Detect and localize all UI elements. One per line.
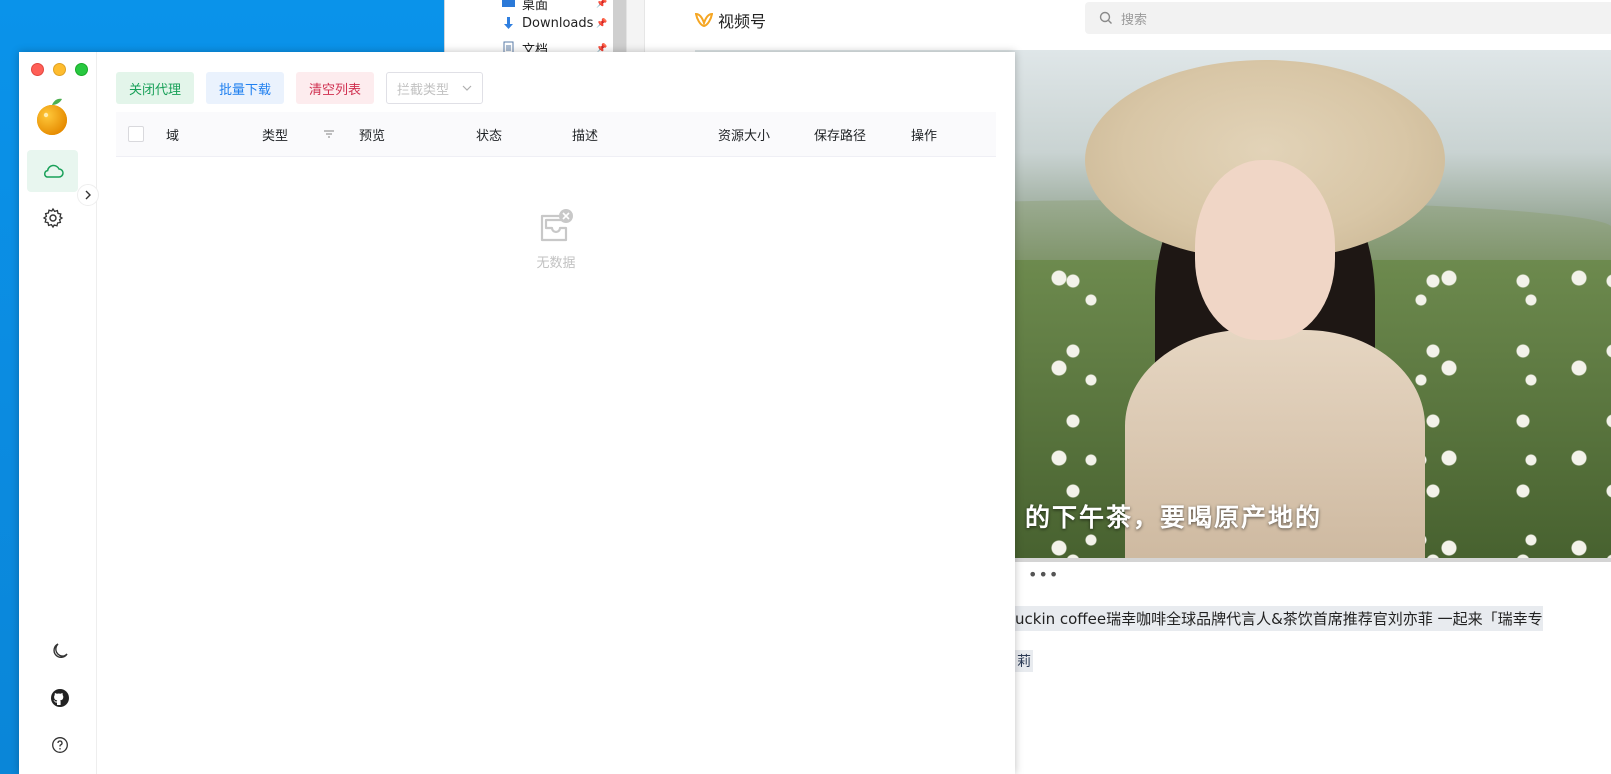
pin-icon: 📌 xyxy=(596,18,608,29)
intercept-type-placeholder: 拦截类型 xyxy=(397,82,450,98)
video-subtitle: 的下午茶，要喝原产地的 xyxy=(1025,503,1323,532)
download-arrow-icon xyxy=(504,17,513,29)
video-tag[interactable]: 莉 xyxy=(1015,650,1033,672)
github-icon xyxy=(51,689,69,707)
desktop-icon xyxy=(502,0,515,7)
column-save-path: 保存路径 xyxy=(814,128,867,144)
explorer-scrollbar[interactable] xyxy=(613,0,627,60)
column-description: 描述 xyxy=(572,128,599,144)
orange-logo-icon xyxy=(37,98,67,135)
sidebar xyxy=(19,52,99,774)
channels-butterfly-icon xyxy=(695,12,713,28)
select-all-checkbox-cell[interactable] xyxy=(128,112,144,156)
resource-sniffer-window: 关闭代理 批量下载 清空列表 拦截类型 域 类型 预览 状态 描述 资源大小 保… xyxy=(19,52,1015,774)
column-domain: 域 xyxy=(166,128,180,144)
video-description: uckin coffee瑞幸咖啡全球品牌代言人&茶饮首席推荐官刘亦菲 一起来「瑞… xyxy=(1015,606,1543,631)
select-all-checkbox[interactable] xyxy=(128,126,144,142)
column-type: 类型 xyxy=(262,128,289,144)
theme-toggle-button[interactable] xyxy=(49,640,71,662)
batch-download-button[interactable]: 批量下载 xyxy=(206,72,285,104)
empty-text: 无数据 xyxy=(536,256,576,271)
channels-search-box[interactable]: 搜索 xyxy=(1085,2,1611,34)
column-preview: 预览 xyxy=(359,128,386,144)
search-placeholder: 搜索 xyxy=(1121,12,1148,28)
more-options-button[interactable]: ••• xyxy=(1028,565,1059,584)
nav-settings[interactable] xyxy=(27,197,78,239)
chevron-down-icon xyxy=(462,85,472,91)
empty-inbox-icon xyxy=(540,209,573,242)
search-icon xyxy=(1099,11,1112,24)
intercept-type-select[interactable]: 拦截类型 xyxy=(386,72,484,104)
toolbar: 关闭代理 批量下载 清空列表 拦截类型 xyxy=(116,72,484,104)
explorer-divider xyxy=(626,0,645,60)
video-person-face xyxy=(1195,160,1335,340)
close-proxy-button[interactable]: 关闭代理 xyxy=(116,72,195,104)
sidebar-collapse-button[interactable] xyxy=(77,184,99,206)
clear-list-button[interactable]: 清空列表 xyxy=(296,72,375,104)
column-status: 状态 xyxy=(476,128,503,144)
nav-resources[interactable] xyxy=(27,150,78,192)
help-button[interactable] xyxy=(49,734,71,756)
cloud-icon xyxy=(43,164,64,178)
channels-title: 视频号 xyxy=(718,12,767,31)
column-size: 资源大小 xyxy=(718,128,771,144)
resource-table: 域 类型 预览 状态 描述 资源大小 保存路径 操作 无数据 xyxy=(116,112,996,271)
chevron-right-icon xyxy=(85,190,91,200)
filter-icon[interactable] xyxy=(323,129,335,139)
explorer-item-desktop[interactable]: 桌面 📌 xyxy=(501,0,607,13)
question-icon xyxy=(52,737,68,753)
github-link[interactable] xyxy=(49,687,71,709)
column-actions: 操作 xyxy=(911,128,938,144)
empty-state: 无数据 xyxy=(116,208,996,271)
file-explorer-window: 桌面 📌 Downloads 📌 文档 📌 xyxy=(444,0,645,60)
channels-logo[interactable]: 视频号 xyxy=(695,8,766,32)
moon-icon xyxy=(53,643,68,658)
gear-icon xyxy=(42,207,63,229)
explorer-item-downloads[interactable]: Downloads 📌 xyxy=(501,16,607,31)
pin-icon: 📌 xyxy=(596,0,608,9)
table-header: 域 类型 预览 状态 描述 资源大小 保存路径 操作 xyxy=(116,112,996,157)
